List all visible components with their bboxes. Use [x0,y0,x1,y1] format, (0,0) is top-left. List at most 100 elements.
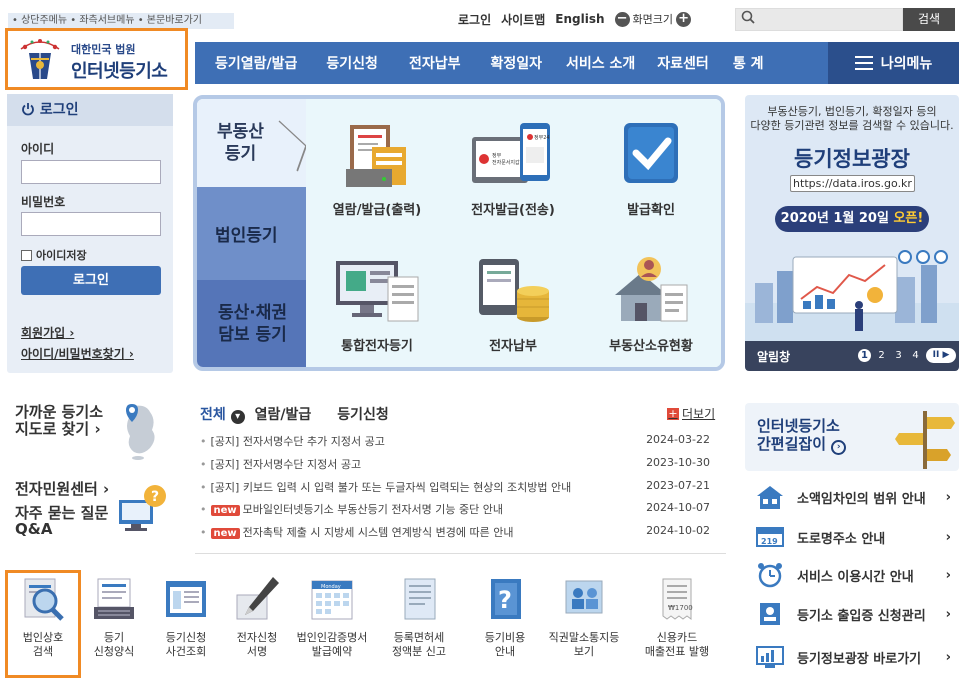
banner-page-4[interactable]: 4 [909,349,922,362]
quick-label: 법인인감증명서 발급예약 [296,631,368,658]
nav-item-view-issue[interactable]: 등기열람/발급 [215,53,297,73]
login-button[interactable]: 로그인 [21,266,161,295]
notice-row[interactable]: • [공지] 전자서명수단 지정서 공고 2023-10-30 [200,456,710,472]
sitemap-link[interactable]: 사이트맵 [501,11,545,28]
find-account-link[interactable]: 아이디/비밀번호찾기 › [21,345,134,362]
nav-item-fixed-date[interactable]: 확정일자 [490,53,542,73]
banner-page-3[interactable]: 3 [892,349,905,362]
service-e-issue[interactable]: 정부 전자문서지갑 정부24 전자발급(전송) [448,119,578,218]
main-nav: 등기열람/발급 등기신청 전자납부 확정일자 서비스 소개 자료센터 통 계 [195,42,828,84]
notice-row[interactable]: • new 전자촉탁 제출 시 지방세 시스템 연계방식 변경에 따른 안내 2024… [200,524,710,540]
quick-label: 등록면허세 정액분 신고 [391,631,447,658]
right-link-pass-management[interactable]: 등기소 출입증 신청관리 › [745,600,959,628]
password-input[interactable] [21,212,161,236]
notice-tab-apply[interactable]: 등기신청 [337,404,389,424]
document-icon [395,575,443,623]
easy-guide-banner[interactable]: 인터넷등기소 간편길잡이 › [745,403,959,471]
quick-label: 직권말소통지등 보기 [548,631,620,658]
window-list-icon [162,575,210,623]
top-login-link[interactable]: 로그인 [458,11,491,28]
service-label: 발급확인 [627,203,675,218]
notice-popup-label[interactable]: 알림창 [757,348,790,365]
notice-tab-view-issue[interactable]: 열람/발급 [255,404,312,424]
svg-text:?: ? [151,489,159,505]
faq-link[interactable]: 자주 묻는 질문 Q&A [15,505,108,537]
magnifier-document-icon [19,575,67,623]
site-logo[interactable]: 대한민국 법원 인터넷등기소 [5,28,188,90]
right-link-service-hours[interactable]: 서비스 이용시간 안내 › [745,561,959,589]
password-label: 비밀번호 [21,195,66,209]
tab-label: 동산·채권 담보 등기 [217,303,288,345]
notice-row[interactable]: • new 모바일인터넷등기소 부동산등기 전자서명 기능 중단 안내 2024-10… [200,501,710,517]
chevron-down-icon: ▾ [230,410,245,424]
quick-seal-reservation[interactable]: Monday 법인인감증명서 발급예약 [292,575,372,659]
zoom-in-icon[interactable]: + [676,11,692,27]
quick-label: 법인상호 검색 [22,631,64,658]
quick-label: 신용카드 매출전표 발행 [644,631,710,658]
tab-movable-collateral[interactable]: 동산·채권 담보 등기 [197,280,306,367]
right-link-data-plaza[interactable]: 등기정보광장 바로가기 › [745,643,959,671]
my-menu-label: 나의메뉴 [880,56,933,72]
notice-tab-all[interactable]: 전체 ▾ [200,404,245,424]
login-title: 로그인 [39,102,79,118]
quick-e-signature[interactable]: 전자신청 서명 [221,575,293,659]
quick-case-lookup[interactable]: 등기신청 사건조회 [150,575,222,659]
banner-page-2[interactable]: 2 [875,349,888,362]
right-link-road-address[interactable]: 219 도로명주소 안내 › [745,523,959,551]
quick-label: 등기비용 안내 [484,631,526,658]
my-menu-button[interactable]: 나의메뉴 [828,42,959,84]
checkbox-icon[interactable] [21,249,32,261]
quick-cost-guide[interactable]: ? 등기비용 안내 [469,575,541,659]
e-civil-center-link[interactable]: 전자민원센터 › [15,481,109,498]
quick-card-receipt[interactable]: ₩1700 신용카드 매출전표 발행 [632,575,722,659]
svg-text:?: ? [498,586,512,614]
search-icon [741,10,755,28]
nav-item-service-intro[interactable]: 서비스 소개 [566,53,635,73]
alarm-clock-icon [755,562,785,588]
save-id-checkbox[interactable]: 아이디저장 [21,247,87,263]
service-e-pay[interactable]: 전자납부 [448,255,578,354]
power-icon [21,102,40,118]
search-input[interactable] [735,8,903,31]
right-link-small-tenant[interactable]: 소액임차인의 범위 안내 › [745,483,959,511]
tab-corporate[interactable]: 법인등기 [197,187,306,280]
notice-row[interactable]: • [공지] 전자서명수단 추가 지정서 공고 2024-03-22 [200,433,710,449]
tab-real-estate[interactable]: 부동산 등기 [197,99,308,187]
nav-item-statistics[interactable]: 통 계 [733,53,764,73]
address-sign-icon: 219 [755,524,785,550]
nav-item-data-center[interactable]: 자료센터 [657,53,709,73]
service-ownership[interactable]: 부동산소유현황 [586,255,716,354]
save-id-label: 아이디저장 [36,249,87,262]
search-button[interactable]: 검색 [903,8,955,31]
korea-map-icon [126,404,155,460]
svg-text:정부24: 정부24 [534,134,550,141]
nav-item-apply[interactable]: 등기신청 [326,53,378,73]
banner-play-pause-button[interactable]: II ▶ [926,348,956,363]
promo-banner[interactable]: 부동산등기, 법인등기, 확정일자 등의 다양한 등기관련 정보를 검색할 수 … [745,95,959,371]
more-link[interactable]: + 더보기 [667,405,715,422]
nav-item-e-payment[interactable]: 전자납부 [409,53,461,73]
quick-license-tax[interactable]: 등록면허세 정액분 신고 [383,575,455,659]
skip-links[interactable]: • 상단주메뉴 • 좌측서브메뉴 • 본문바로가기 [8,13,234,29]
english-link[interactable]: English [555,12,604,26]
quick-forms[interactable]: 등기 신청양식 [78,575,150,659]
banner-page-1[interactable]: 1 [858,349,871,362]
service-view-print[interactable]: 열람/발급(출력) [312,119,442,218]
notice-tabs: 전체 ▾ 열람/발급 등기신청 [200,404,389,424]
id-card-icon [755,601,785,627]
quick-cancellation-notice[interactable]: 직권말소통지등 보기 [538,575,630,659]
banner-url: https://data.iros.go.kr [790,175,915,192]
service-label: 부동산소유현황 [609,339,693,354]
service-integrated[interactable]: 통합전자등기 [312,255,442,354]
id-input[interactable] [21,160,161,184]
service-verify[interactable]: 발급확인 [586,119,716,218]
chart-monitor-icon [755,644,785,670]
notice-row[interactable]: • [공지] 키보드 입력 시 입력 불가 또는 두글자씩 입력되는 현상의 조치… [200,479,710,495]
banner-open-date: 2020년 1월 20일 오픈! [775,206,929,232]
zoom-out-icon[interactable]: − [614,11,630,27]
join-link[interactable]: 회원가입 › [21,324,74,341]
nearby-office-link[interactable]: 가까운 등기소 지도로 찾기 › [15,404,103,438]
coins-icon [478,255,549,327]
svg-text:전자문서지갑: 전자문서지갑 [492,159,520,166]
quick-corp-name-search[interactable]: 법인상호 검색 [7,575,79,659]
